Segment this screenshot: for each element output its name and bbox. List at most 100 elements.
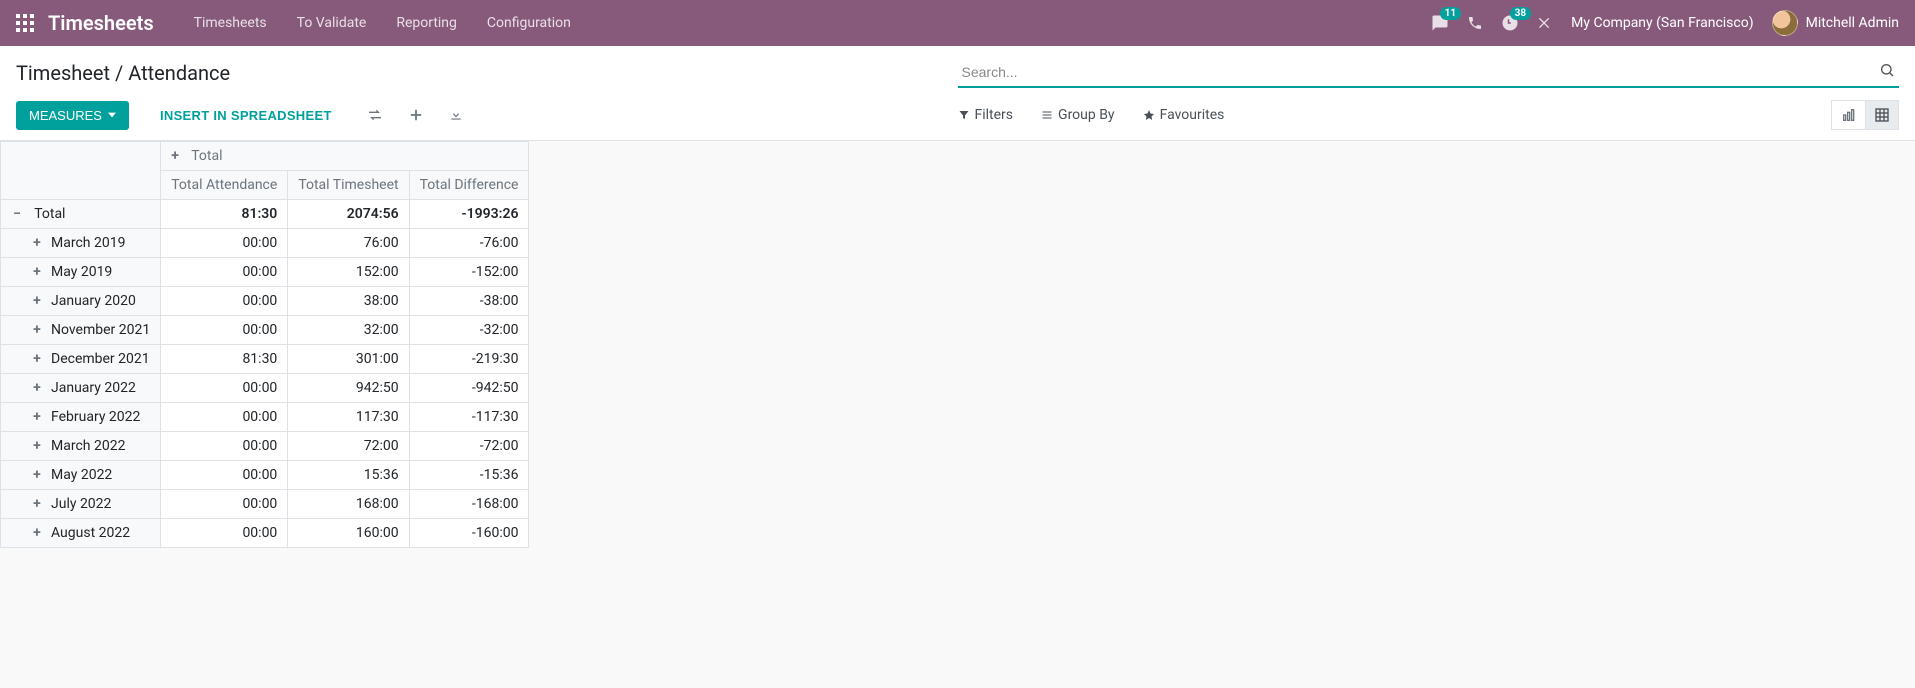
row-header[interactable]: +February 2022 xyxy=(1,403,161,432)
menu-reporting[interactable]: Reporting xyxy=(384,9,469,37)
plus-icon[interactable]: + xyxy=(31,525,43,541)
plus-icon[interactable]: + xyxy=(31,264,43,280)
row-label: March 2022 xyxy=(51,438,125,454)
avatar xyxy=(1772,10,1798,36)
search-input[interactable] xyxy=(958,58,1900,88)
cell: -32:00 xyxy=(409,316,529,345)
row-header[interactable]: + December 2021 xyxy=(1,345,161,374)
row-header[interactable]: +August 2022 xyxy=(1,519,161,548)
graph-view-button[interactable] xyxy=(1831,100,1865,130)
phone-icon[interactable] xyxy=(1467,15,1483,31)
plus-icon[interactable]: + xyxy=(31,322,43,338)
control-panel: Timesheet / Attendance MEASURES INSERT I… xyxy=(0,46,1915,141)
row-header[interactable]: +May 2022 xyxy=(1,461,161,490)
app-brand[interactable]: Timesheets xyxy=(48,11,154,35)
cell: -72:00 xyxy=(409,432,529,461)
cell: 00:00 xyxy=(161,287,288,316)
table-row: +January 202000:0038:00-38:00 xyxy=(1,287,529,316)
systray: 11 38 My Company (San Francisco) Mitchel… xyxy=(1431,10,1899,36)
pivot-table: + Total Total Attendance Total Timesheet… xyxy=(0,141,529,548)
apps-icon[interactable] xyxy=(16,14,34,32)
row-header[interactable]: + March 2019 xyxy=(1,229,161,258)
filters-button[interactable]: Filters xyxy=(958,107,1014,123)
menu-timesheets[interactable]: Timesheets xyxy=(182,9,279,37)
group-by-button[interactable]: Group By xyxy=(1041,107,1115,123)
user-name-label: Mitchell Admin xyxy=(1806,15,1899,31)
close-icon[interactable] xyxy=(1537,15,1553,31)
cell: 38:00 xyxy=(288,287,409,316)
plus-icon[interactable]: + xyxy=(31,496,43,512)
table-row-total: − Total 81:30 2074:56 -1993:26 xyxy=(1,200,529,229)
cell: 32:00 xyxy=(288,316,409,345)
search-icon[interactable] xyxy=(1879,62,1895,78)
plus-icon[interactable]: + xyxy=(31,380,43,396)
top-nav: Timesheets Timesheets To Validate Report… xyxy=(0,0,1915,46)
plus-icon[interactable]: + xyxy=(171,148,183,164)
measure-timesheet[interactable]: Total Timesheet xyxy=(288,171,409,200)
favourites-label: Favourites xyxy=(1160,107,1225,123)
main-menu: Timesheets To Validate Reporting Configu… xyxy=(182,9,583,37)
row-label: December 2021 xyxy=(51,351,150,367)
insert-spreadsheet-button[interactable]: INSERT IN SPREADSHEET xyxy=(147,101,345,130)
search-options: Filters Group By Favourites xyxy=(958,107,1225,123)
cell: 942:50 xyxy=(288,374,409,403)
plus-icon[interactable]: + xyxy=(31,293,43,309)
plus-icon[interactable]: + xyxy=(31,235,43,251)
measure-difference[interactable]: Total Difference xyxy=(409,171,529,200)
menu-to-validate[interactable]: To Validate xyxy=(285,9,379,37)
measures-button[interactable]: MEASURES xyxy=(16,101,129,130)
cell: 00:00 xyxy=(161,432,288,461)
row-label: July 2022 xyxy=(51,496,111,512)
messages-badge: 11 xyxy=(1440,7,1461,20)
search-wrap xyxy=(958,58,1900,88)
measure-attendance[interactable]: Total Attendance xyxy=(161,171,288,200)
cell: 81:30 xyxy=(161,345,288,374)
measures-label: MEASURES xyxy=(29,108,102,123)
plus-icon[interactable]: + xyxy=(31,467,43,483)
cell: 81:30 xyxy=(161,200,288,229)
table-row: +May 201900:00152:00-152:00 xyxy=(1,258,529,287)
col-group-total[interactable]: + Total xyxy=(161,142,529,171)
row-header[interactable]: + May 2019 xyxy=(1,258,161,287)
plus-icon[interactable]: + xyxy=(31,351,43,367)
caret-down-icon xyxy=(108,111,116,119)
row-header[interactable]: + January 2022 xyxy=(1,374,161,403)
cell: 168:00 xyxy=(288,490,409,519)
user-menu[interactable]: Mitchell Admin xyxy=(1772,10,1899,36)
cell: 2074:56 xyxy=(288,200,409,229)
menu-configuration[interactable]: Configuration xyxy=(475,9,583,37)
table-row: +December 202181:30301:00-219:30 xyxy=(1,345,529,374)
row-header[interactable]: + March 2022 xyxy=(1,432,161,461)
col-group-label: Total xyxy=(191,148,222,164)
download-icon[interactable] xyxy=(445,104,467,126)
pivot-view-button[interactable] xyxy=(1865,100,1899,130)
row-label: March 2019 xyxy=(51,235,125,251)
plus-icon[interactable]: + xyxy=(31,438,43,454)
activities-icon[interactable]: 38 xyxy=(1501,14,1519,32)
cell: -152:00 xyxy=(409,258,529,287)
company-selector[interactable]: My Company (San Francisco) xyxy=(1571,15,1753,31)
table-row: +May 202200:0015:36-15:36 xyxy=(1,461,529,490)
cell: -160:00 xyxy=(409,519,529,548)
expand-all-icon[interactable] xyxy=(405,104,427,126)
cell: 00:00 xyxy=(161,519,288,548)
favourites-button[interactable]: Favourites xyxy=(1143,107,1225,123)
messages-icon[interactable]: 11 xyxy=(1431,14,1449,32)
row-header[interactable]: +November 2021 xyxy=(1,316,161,345)
minus-icon[interactable]: − xyxy=(11,206,23,222)
plus-icon[interactable]: + xyxy=(31,409,43,425)
row-label: January 2022 xyxy=(51,380,136,396)
row-header[interactable]: + July 2022 xyxy=(1,490,161,519)
cell: -15:36 xyxy=(409,461,529,490)
cell: 00:00 xyxy=(161,229,288,258)
table-row: +February 202200:00117:30-117:30 xyxy=(1,403,529,432)
row-header-total[interactable]: − Total xyxy=(1,200,161,229)
breadcrumb: Timesheet / Attendance xyxy=(16,61,958,85)
cell: -1993:26 xyxy=(409,200,529,229)
table-row: +March 201900:0076:00-76:00 xyxy=(1,229,529,258)
cell: -38:00 xyxy=(409,287,529,316)
row-label: May 2019 xyxy=(51,264,112,280)
flip-axis-icon[interactable] xyxy=(363,103,387,127)
row-header[interactable]: +January 2020 xyxy=(1,287,161,316)
cell: -219:30 xyxy=(409,345,529,374)
